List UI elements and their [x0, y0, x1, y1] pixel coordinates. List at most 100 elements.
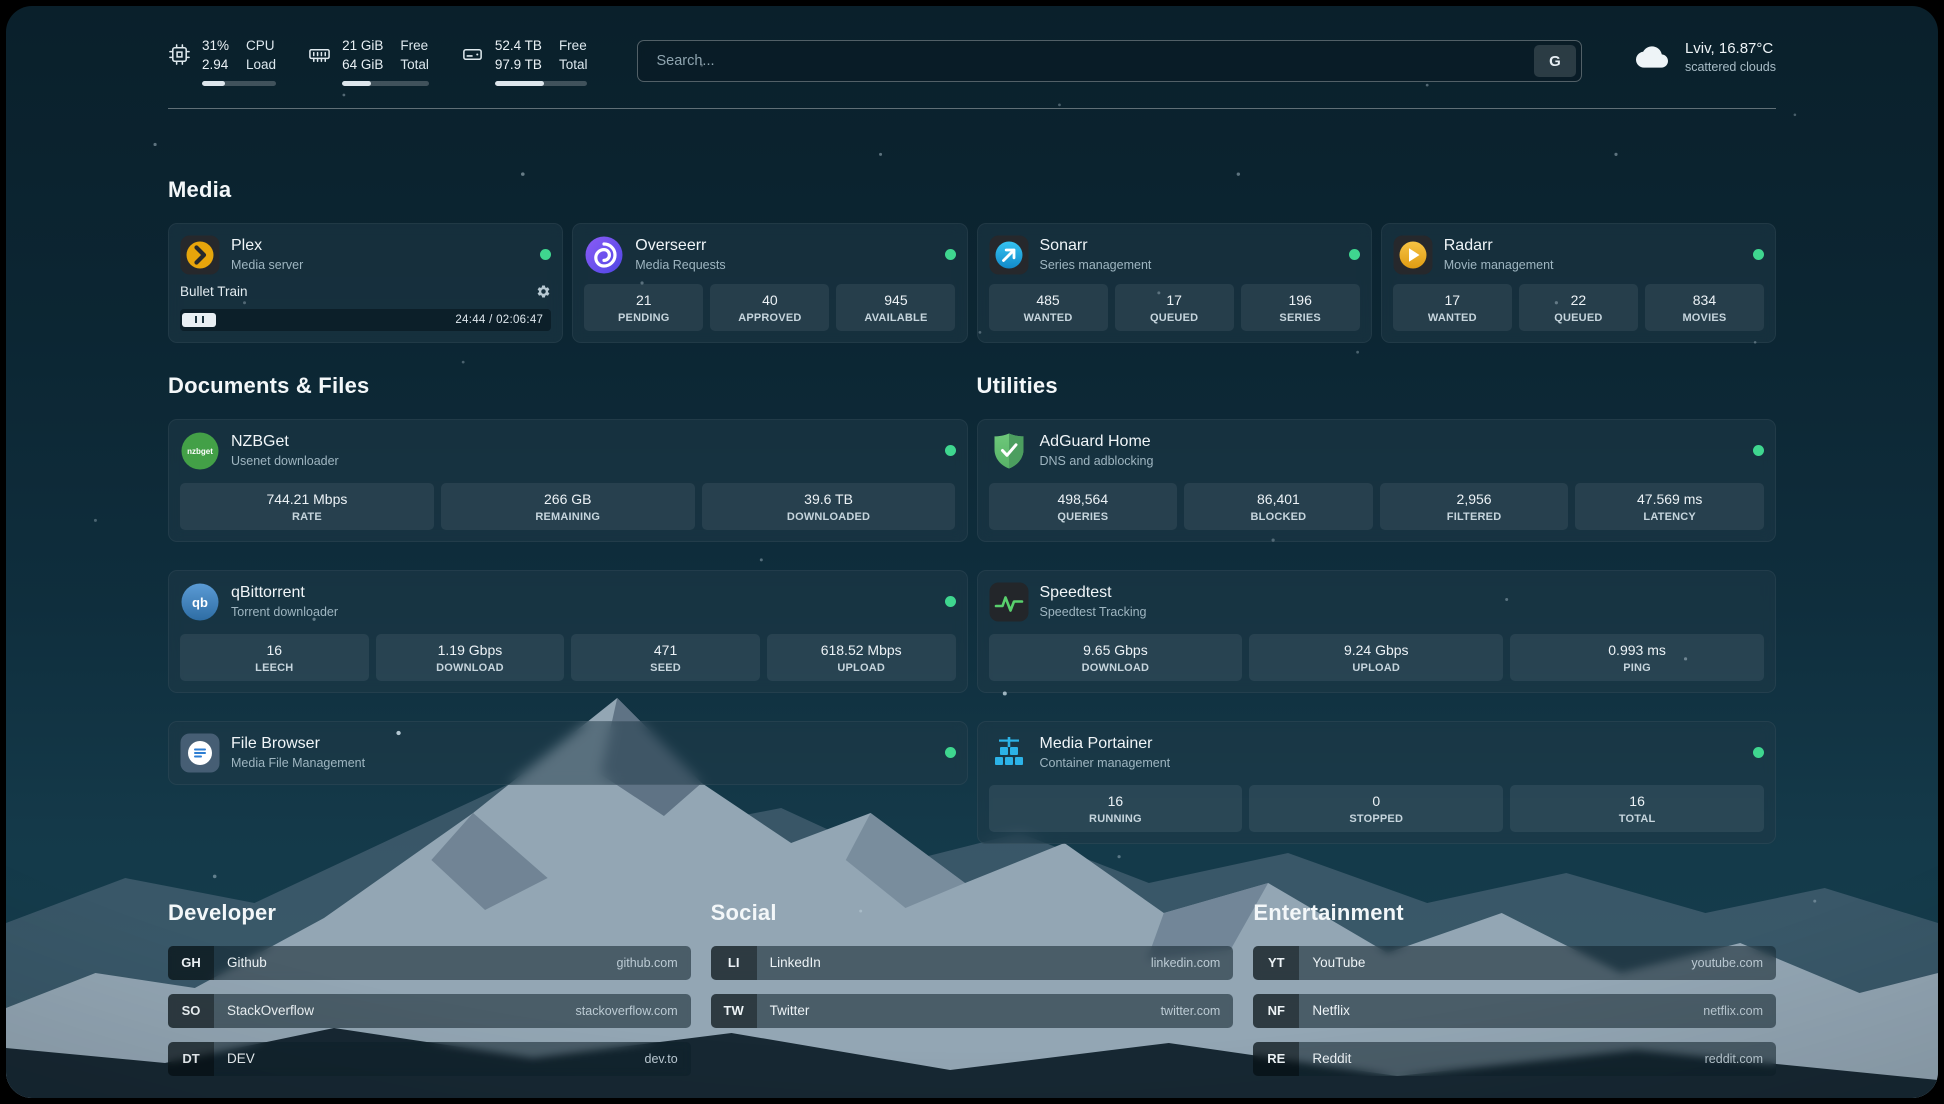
radarr-card[interactable]: Radarr Movie management 17 WANTED 22 QUE…: [1381, 223, 1776, 343]
cpu-widget: 31% 2.94 CPU Load: [168, 38, 276, 86]
disk-label-1: Free: [559, 38, 588, 55]
service-name: NZBGet: [231, 433, 339, 451]
stat-remaining: 266 GB REMAINING: [441, 483, 695, 530]
bookmark-url: stackoverflow.com: [576, 1004, 678, 1018]
stat-wanted: 485 WANTED: [989, 284, 1108, 331]
status-online-dot: [1753, 445, 1764, 456]
service-subtitle: Usenet downloader: [231, 454, 339, 468]
status-online-dot: [1753, 249, 1764, 260]
topbar-divider: [168, 108, 1776, 109]
filebrowser-card[interactable]: File Browser Media File Management: [168, 721, 968, 785]
disk-icon: [461, 43, 484, 86]
dashboard-screen: 31% 2.94 CPU Load: [6, 6, 1938, 1098]
stat-queued: 17 QUEUED: [1115, 284, 1234, 331]
svg-text:qb: qb: [192, 595, 208, 610]
cpu-label-1: CPU: [246, 38, 276, 55]
service-name: qBittorrent: [231, 584, 338, 602]
search-bar: G: [637, 40, 1582, 82]
qbittorrent-icon: qb: [180, 582, 220, 622]
bookmark-url: youtube.com: [1691, 956, 1763, 970]
stat-stopped: 0 STOPPED: [1249, 785, 1503, 832]
section-entertainment: Entertainment YT YouTube youtube.com NF …: [1253, 900, 1776, 1076]
bookmark-name: Netflix: [1312, 1003, 1350, 1018]
nzbget-icon: nzbget: [180, 431, 220, 471]
section-developer: Developer GH Github github.com SO StackO…: [168, 900, 691, 1076]
stat-ping: 0.993 ms PING: [1510, 634, 1764, 681]
speedtest-card[interactable]: Speedtest Speedtest Tracking 9.65 Gbps D…: [977, 570, 1777, 693]
bookmark-url: linkedin.com: [1151, 956, 1220, 970]
bookmark-name: Github: [227, 955, 267, 970]
stat-downloaded: 39.6 TB DOWNLOADED: [702, 483, 956, 530]
service-subtitle: Movie management: [1444, 258, 1554, 272]
search-input[interactable]: [654, 52, 1534, 70]
svg-text:nzbget: nzbget: [187, 447, 213, 456]
portainer-card[interactable]: Media Portainer Container management 16 …: [977, 721, 1777, 844]
section-media: Media Plex Media server: [168, 177, 1776, 343]
bookmark-abbr: SO: [168, 994, 214, 1028]
stat-movies: 834 MOVIES: [1645, 284, 1764, 331]
service-name: AdGuard Home: [1040, 433, 1154, 451]
bookmark-name: Reddit: [1312, 1051, 1351, 1066]
status-online-dot: [945, 249, 956, 260]
speedtest-icon: [989, 582, 1029, 622]
bookmark-abbr: LI: [711, 946, 757, 980]
service-name: Speedtest: [1040, 584, 1147, 602]
bookmark-stackoverflow[interactable]: SO StackOverflow stackoverflow.com: [168, 994, 691, 1028]
service-subtitle: Torrent downloader: [231, 605, 338, 619]
portainer-icon: [989, 733, 1029, 773]
bookmark-twitter[interactable]: TW Twitter twitter.com: [711, 994, 1234, 1028]
status-online-dot: [945, 445, 956, 456]
memory-free-value: 21 GiB: [342, 38, 383, 55]
bookmark-name: DEV: [227, 1051, 255, 1066]
stat-rate: 744.21 Mbps RATE: [180, 483, 434, 530]
stat-wanted: 17 WANTED: [1393, 284, 1512, 331]
overseerr-card[interactable]: Overseerr Media Requests 21 PENDING 40 A…: [572, 223, 967, 343]
status-online-dot: [945, 747, 956, 758]
bookmark-linkedin[interactable]: LI LinkedIn linkedin.com: [711, 946, 1234, 980]
stat-available: 945 AVAILABLE: [836, 284, 955, 331]
pause-icon[interactable]: [182, 313, 216, 327]
nzbget-card[interactable]: nzbget NZBGet Usenet downloader 744.21 M…: [168, 419, 968, 542]
stat-approved: 40 APPROVED: [710, 284, 829, 331]
radarr-icon: [1393, 235, 1433, 275]
search-provider-button[interactable]: G: [1534, 45, 1576, 77]
plex-card[interactable]: Plex Media server Bullet Train 24:44 /: [168, 223, 563, 343]
adguard-icon: [989, 431, 1029, 471]
service-subtitle: Media File Management: [231, 756, 365, 770]
bookmark-url: github.com: [617, 956, 678, 970]
bookmark-reddit[interactable]: RE Reddit reddit.com: [1253, 1042, 1776, 1076]
playback-progress-bar[interactable]: 24:44 / 02:06:47: [180, 309, 551, 331]
cpu-load-value: 2.94: [202, 57, 229, 74]
bookmark-dev[interactable]: DT DEV dev.to: [168, 1042, 691, 1076]
qbittorrent-card[interactable]: qb qBittorrent Torrent downloader 16: [168, 570, 968, 693]
stat-download: 1.19 Gbps DOWNLOAD: [376, 634, 565, 681]
gear-icon[interactable]: [536, 284, 551, 299]
disk-total-value: 97.9 TB: [495, 57, 542, 74]
section-utilities: Utilities: [977, 373, 1777, 844]
memory-label-2: Total: [400, 57, 429, 74]
bookmark-github[interactable]: GH Github github.com: [168, 946, 691, 980]
section-social: Social LI LinkedIn linkedin.com TW Twitt…: [711, 900, 1234, 1028]
bookmark-youtube[interactable]: YT YouTube youtube.com: [1253, 946, 1776, 980]
stat-pending: 21 PENDING: [584, 284, 703, 331]
service-name: Overseerr: [635, 237, 725, 255]
bookmark-abbr: GH: [168, 946, 214, 980]
weather-condition: scattered clouds: [1685, 60, 1776, 74]
section-documents: Documents & Files nzbget NZBGet Usenet d…: [168, 373, 968, 785]
bookmark-name: Twitter: [770, 1003, 810, 1018]
bookmark-abbr: DT: [168, 1042, 214, 1076]
overseerr-icon: [584, 235, 624, 275]
stat-latency: 47.569 ms LATENCY: [1575, 483, 1764, 530]
bookmark-netflix[interactable]: NF Netflix netflix.com: [1253, 994, 1776, 1028]
bookmark-url: netflix.com: [1703, 1004, 1763, 1018]
filebrowser-icon: [180, 733, 220, 773]
memory-label-1: Free: [400, 38, 429, 55]
bookmark-abbr: RE: [1253, 1042, 1299, 1076]
entertainment-section-title: Entertainment: [1253, 900, 1776, 926]
sonarr-card[interactable]: Sonarr Series management 485 WANTED 17 Q…: [977, 223, 1372, 343]
memory-icon: [308, 43, 331, 86]
service-name: Radarr: [1444, 237, 1554, 255]
playback-time: 24:44 / 02:06:47: [455, 314, 549, 326]
adguard-card[interactable]: AdGuard Home DNS and adblocking 498,564 …: [977, 419, 1777, 542]
memory-usage-bar: [342, 81, 429, 86]
